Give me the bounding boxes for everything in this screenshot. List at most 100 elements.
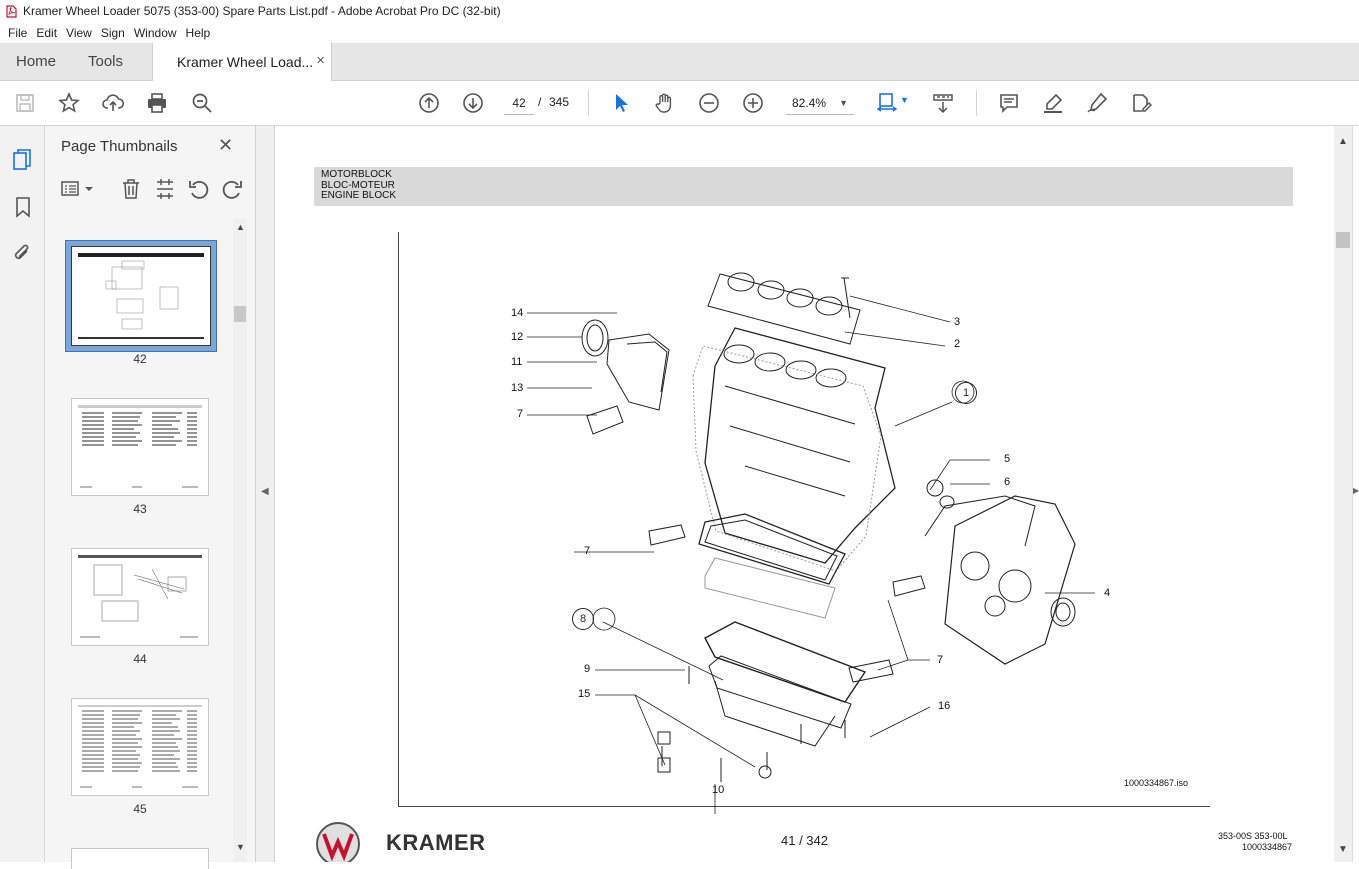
callout-13: 13 xyxy=(511,382,524,394)
page-thumbnails-panel: Page Thumbnails ✕ ▲ ▼ 42 43 44 45 xyxy=(45,126,256,869)
tab-document-label: Kramer Wheel Load... xyxy=(177,54,314,70)
page-fit-chevron-icon[interactable]: ▼ xyxy=(900,95,909,105)
brand-logo: KRAMER xyxy=(386,830,486,855)
acrobat-pdf-icon xyxy=(6,4,17,18)
toolbar: 42 / 345 82.4% ▼ ▼ xyxy=(0,81,1359,126)
tab-home[interactable]: Home xyxy=(16,43,56,80)
footer-doc-number: 1000334867 xyxy=(1242,842,1293,852)
page-label: 41 / 342 xyxy=(781,833,828,848)
rotate-counterclockwise-icon[interactable] xyxy=(188,178,210,205)
callout-5: 5 xyxy=(1004,453,1011,465)
callout-11: 11 xyxy=(511,356,523,368)
thumbnail-label-45: 45 xyxy=(133,802,147,816)
scroll-mode-icon[interactable] xyxy=(931,91,955,115)
callout-16: 16 xyxy=(938,700,951,712)
thumbnail-label-42: 42 xyxy=(133,352,147,366)
menu-view[interactable]: View xyxy=(66,26,92,40)
thumbnail-label-44: 44 xyxy=(133,652,147,666)
callout-9: 9 xyxy=(584,663,591,675)
callout-10: 10 xyxy=(712,784,725,796)
page-total: 345 xyxy=(549,95,570,109)
bookmark-star-icon[interactable] xyxy=(57,91,81,115)
callout-7-top: 7 xyxy=(517,408,524,420)
chevron-down-icon: ▼ xyxy=(839,98,848,108)
upload-cloud-icon[interactable] xyxy=(101,91,125,115)
thumbnail-page-42-image xyxy=(71,246,211,346)
menu-edit[interactable]: Edit xyxy=(36,26,57,40)
callout-2: 2 xyxy=(954,338,961,350)
window-title-bar: Kramer Wheel Loader 5075 (353-00) Spare … xyxy=(0,0,1359,22)
document-scrollbar[interactable]: ▲ ▼ xyxy=(1334,126,1352,862)
extract-pages-icon[interactable] xyxy=(155,178,175,205)
toolbar-divider xyxy=(588,90,589,116)
page-fit-icon[interactable] xyxy=(875,91,899,115)
hand-tool-icon[interactable] xyxy=(653,91,677,115)
expand-right-panel-icon[interactable]: ▶ xyxy=(1353,486,1359,495)
previous-page-icon[interactable] xyxy=(417,91,441,115)
page-number-input[interactable]: 42 xyxy=(504,92,534,115)
toolbar-divider-2 xyxy=(976,90,977,116)
close-icon[interactable]: ✕ xyxy=(218,135,233,156)
thumbnail-scrollbar[interactable]: ▲ ▼ xyxy=(233,218,247,862)
menu-file[interactable]: File xyxy=(8,26,27,40)
select-cursor-icon[interactable] xyxy=(609,91,633,115)
callout-6: 6 xyxy=(1004,476,1011,488)
attachments-icon[interactable] xyxy=(12,242,32,269)
zoom-value: 82.4% xyxy=(792,96,827,110)
callout-4: 4 xyxy=(1104,587,1111,599)
bookmarks-icon[interactable] xyxy=(14,196,32,223)
callout-7-right: 7 xyxy=(937,654,944,666)
kramer-logo-emblem xyxy=(316,822,360,862)
fill-sign-icon[interactable] xyxy=(1129,91,1153,115)
thumbnail-page-42-selected[interactable] xyxy=(65,240,217,352)
menu-sign[interactable]: Sign xyxy=(101,26,125,40)
zoom-in-icon[interactable] xyxy=(741,91,765,115)
menu-bar: File Edit View Sign Window Help xyxy=(0,22,1359,43)
comment-icon[interactable] xyxy=(997,91,1021,115)
thumbnail-page-46-partial[interactable] xyxy=(71,848,209,869)
thumbnail-page-45[interactable] xyxy=(71,698,209,796)
scroll-down-icon[interactable]: ▼ xyxy=(1338,844,1348,855)
window-title: Kramer Wheel Loader 5075 (353-00) Spare … xyxy=(23,4,501,18)
engine-block-exploded-drawing xyxy=(527,272,1095,814)
print-icon[interactable] xyxy=(145,91,169,115)
rotate-clockwise-icon[interactable] xyxy=(221,178,243,205)
callout-8: 8 xyxy=(572,608,594,630)
draw-sign-icon[interactable] xyxy=(1085,91,1109,115)
thumbnail-page-43[interactable] xyxy=(71,398,209,496)
zoom-dropdown[interactable]: 82.4% ▼ xyxy=(786,92,854,115)
zoom-out-icon[interactable] xyxy=(697,91,721,115)
menu-help[interactable]: Help xyxy=(186,26,211,40)
collapse-panel-arrow-icon[interactable]: ◀ xyxy=(261,486,269,497)
drawing-id: 1000334867.iso xyxy=(1124,778,1189,788)
callout-15: 15 xyxy=(578,688,591,700)
save-icon[interactable] xyxy=(13,91,37,115)
panel-splitter[interactable]: ◀ xyxy=(256,126,275,862)
scroll-up-icon[interactable]: ▲ xyxy=(1338,136,1348,147)
page-separator: / xyxy=(538,95,542,109)
thumbnail-scroll-thumb[interactable] xyxy=(234,306,246,322)
right-panel-collapsed[interactable]: ▶ xyxy=(1352,126,1359,862)
left-navigation-rail xyxy=(0,126,45,862)
search-zoom-icon[interactable] xyxy=(190,91,214,115)
thumbnail-label-43: 43 xyxy=(133,502,147,516)
highlight-pen-icon[interactable] xyxy=(1041,91,1065,115)
scroll-up-arrow-icon[interactable]: ▲ xyxy=(236,222,245,232)
scroll-down-arrow-icon[interactable]: ▼ xyxy=(236,842,245,852)
footer-ref-codes: 353-00S 353-00L xyxy=(1218,831,1288,841)
tab-tools[interactable]: Tools xyxy=(88,43,123,80)
page-thumbnails-icon[interactable] xyxy=(12,148,34,177)
tab-bar: Home Tools Kramer Wheel Load... × xyxy=(0,43,1359,81)
panel-title: Page Thumbnails xyxy=(61,138,178,155)
document-viewer: MOTORBLOCK BLOC-MOTEUR ENGINE BLOCK 14 1… xyxy=(275,126,1334,862)
callout-14: 14 xyxy=(511,307,524,319)
delete-page-icon[interactable] xyxy=(121,178,141,205)
next-page-icon[interactable] xyxy=(461,91,485,115)
thumbnail-options-icon[interactable] xyxy=(61,180,95,203)
callout-1: 1 xyxy=(955,382,977,404)
document-scroll-thumb[interactable] xyxy=(1336,232,1350,248)
thumbnail-page-44[interactable] xyxy=(71,548,209,646)
tab-document[interactable]: Kramer Wheel Load... × xyxy=(152,43,332,81)
menu-window[interactable]: Window xyxy=(134,26,177,40)
tab-close-icon[interactable]: × xyxy=(316,52,325,69)
